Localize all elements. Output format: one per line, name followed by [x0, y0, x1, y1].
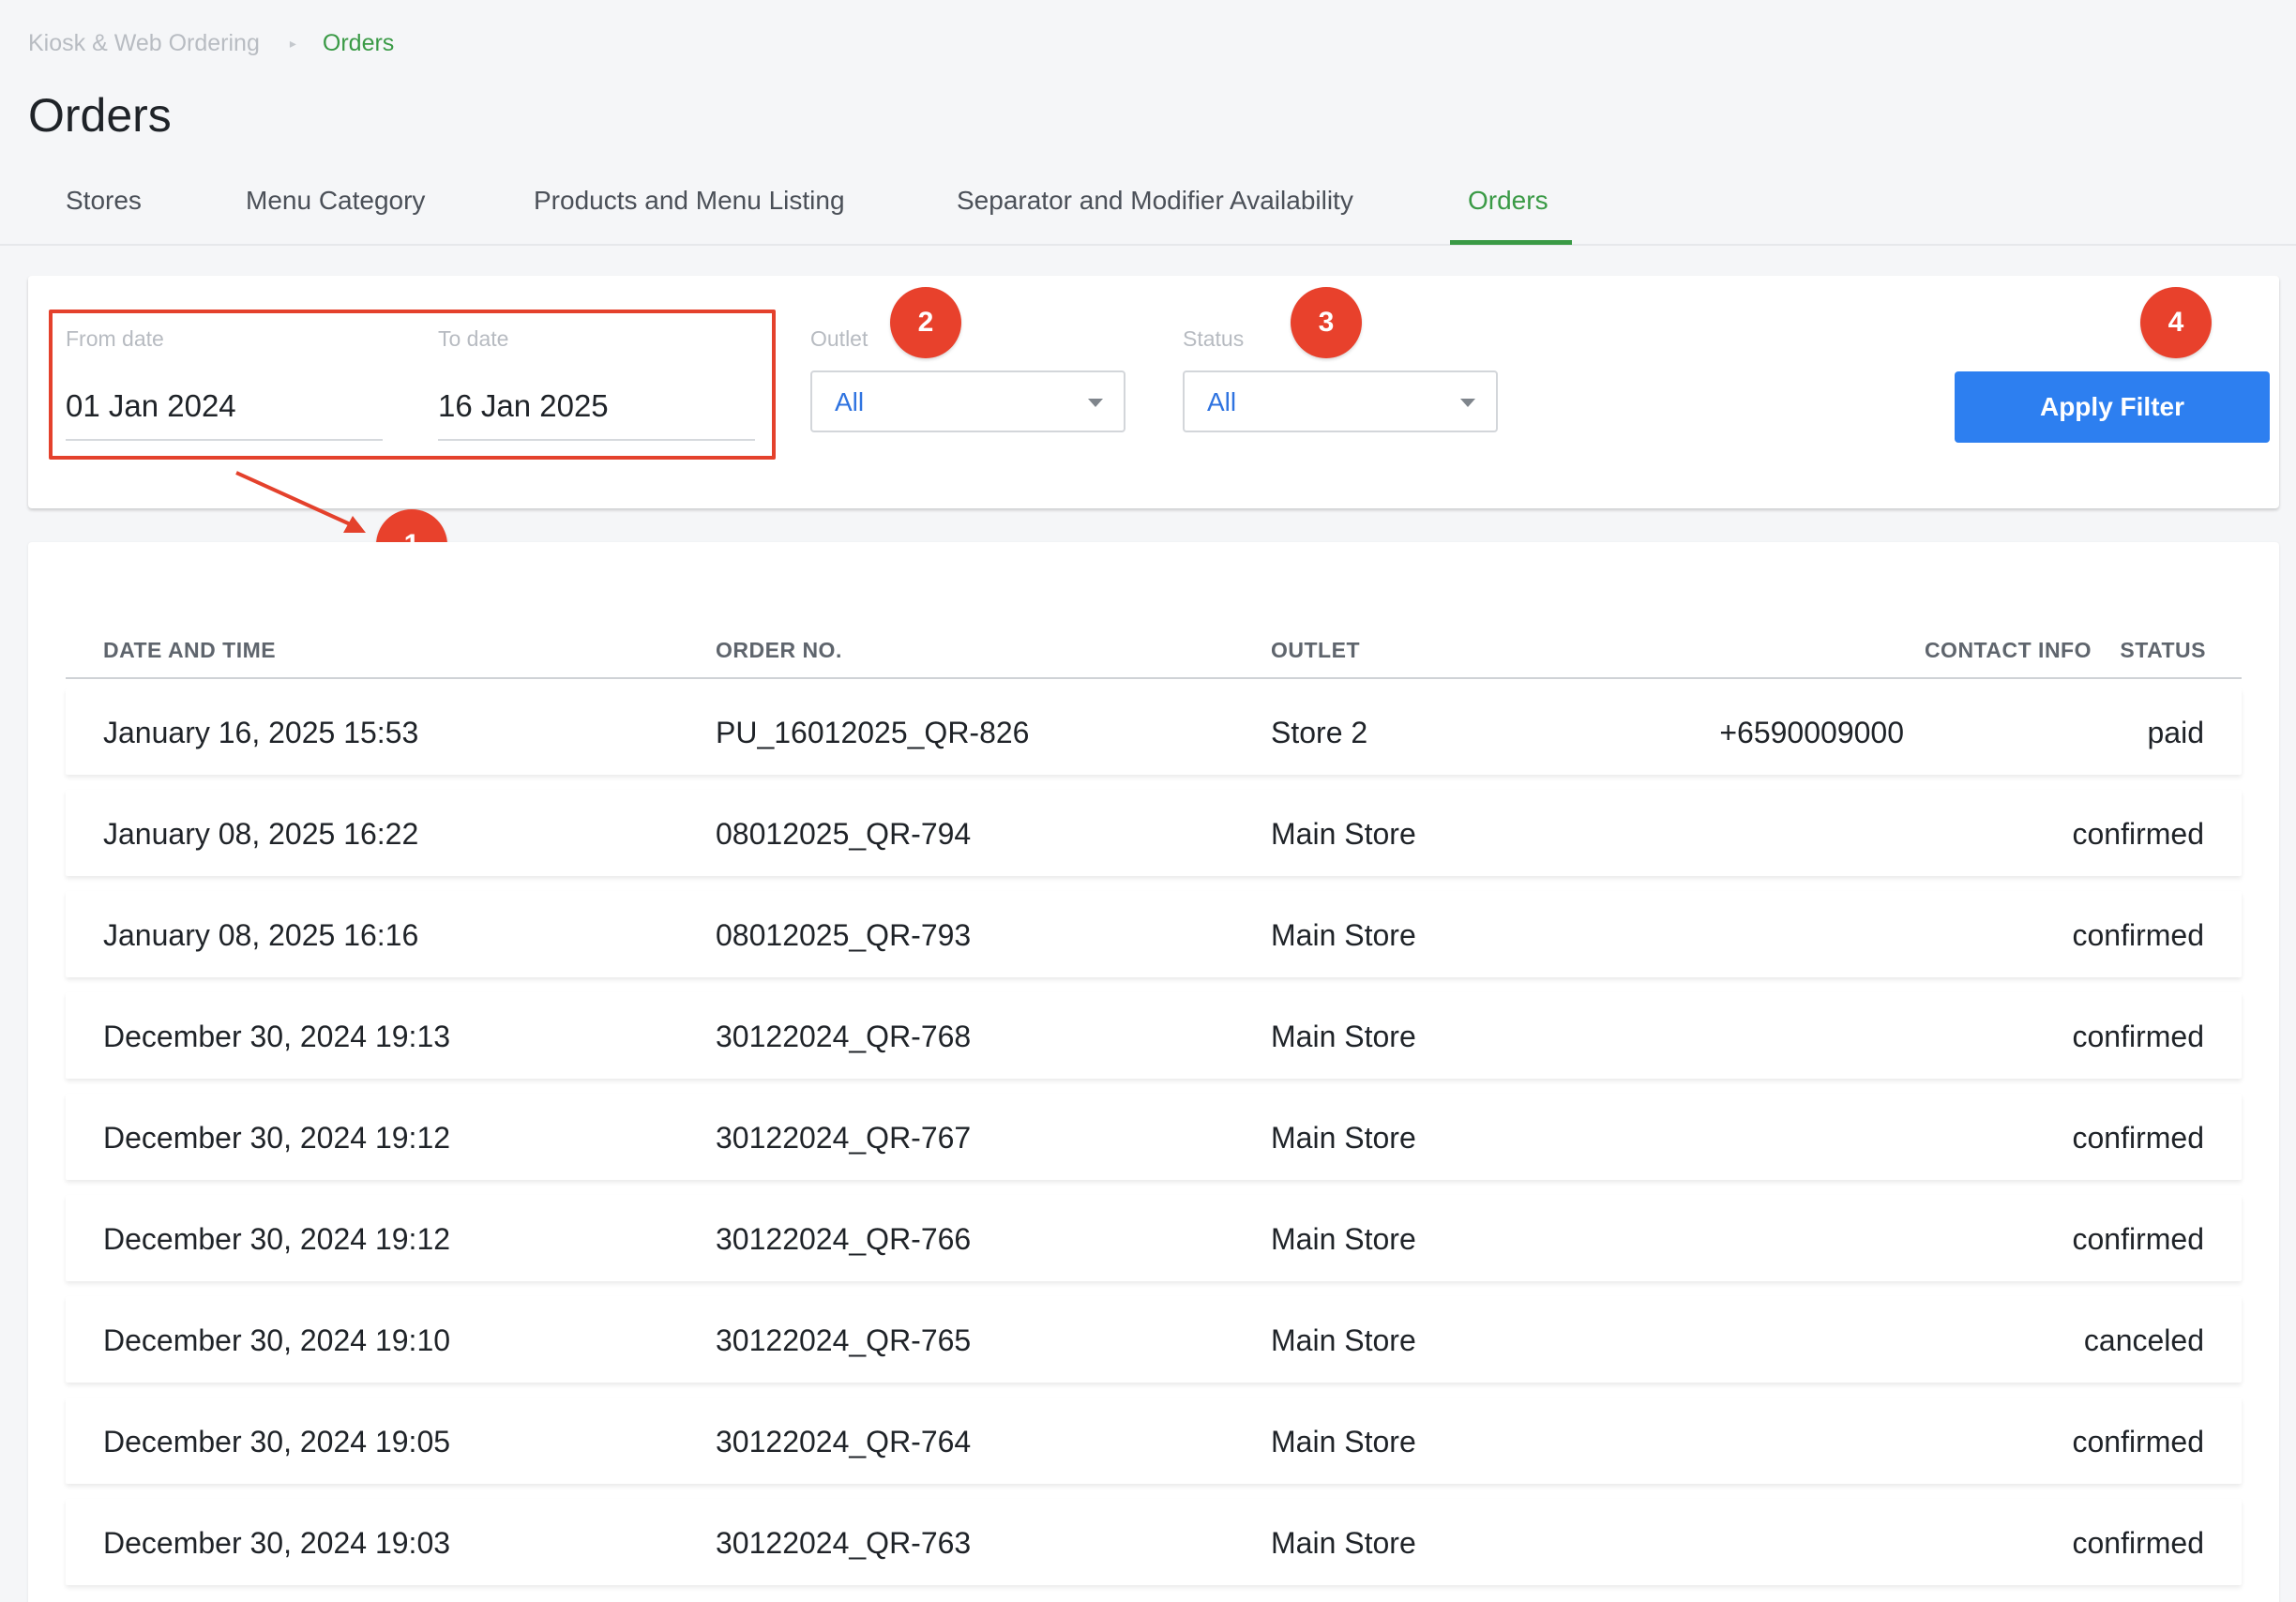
orders-page: Kiosk & Web Ordering ▸ Orders Orders Sto…	[0, 0, 2296, 1602]
status-select-value: All	[1207, 387, 1237, 416]
cell-status: canceled	[2083, 1323, 2204, 1357]
tab-bar: Stores Menu Category Products and Menu L…	[0, 171, 2296, 246]
orders-table: DATE AND TIME ORDER NO. OUTLET CONTACT I…	[28, 542, 2279, 1602]
cell-status: paid	[2147, 716, 2205, 749]
table-row[interactable]: December 30, 2024 19:13 30122024_QR-768 Ma…	[66, 992, 2242, 1079]
cell-order-no: 30122024_QR-765	[716, 1323, 972, 1357]
date-range-highlight	[49, 310, 776, 460]
cell-outlet: Main Store	[1271, 1425, 1416, 1458]
cell-status: confirmed	[2072, 1020, 2205, 1053]
cell-order-no: 30122024_QR-763	[716, 1526, 972, 1560]
outlet-select[interactable]: All	[810, 370, 1125, 432]
cell-outlet: Main Store	[1271, 1526, 1416, 1560]
cell-order-no: 30122024_QR-764	[716, 1425, 972, 1458]
cell-date-and-time: January 08, 2025 16:16	[103, 918, 419, 952]
cell-order-no: 30122024_QR-767	[716, 1121, 972, 1155]
cell-date-and-time: December 30, 2024 19:12	[103, 1121, 451, 1155]
cell-order-no: PU_16012025_QR-826	[716, 716, 1030, 749]
tab-orders[interactable]: Orders	[1468, 186, 1548, 216]
cell-outlet: Main Store	[1271, 1222, 1416, 1256]
table-row[interactable]: December 30, 2024 19:03 30122024_QR-763 Ma…	[66, 1499, 2242, 1585]
cell-date-and-time: January 16, 2025 15:53	[103, 716, 419, 749]
column-header-status: STATUS	[2120, 638, 2206, 662]
column-header-contact-info: CONTACT INFO	[1924, 638, 2092, 662]
cell-date-and-time: December 30, 2024 19:12	[103, 1222, 451, 1256]
chevron-down-icon	[1460, 399, 1475, 407]
cell-date-and-time: December 30, 2024 19:03	[103, 1526, 451, 1560]
chevron-down-icon	[1088, 399, 1103, 407]
breadcrumb: Kiosk & Web Ordering ▸ Orders	[28, 30, 394, 57]
tab-separator-and-modifier-availability[interactable]: Separator and Modifier Availability	[957, 186, 1353, 216]
cell-order-no: 08012025_QR-794	[716, 817, 972, 851]
table-row[interactable]: January 08, 2025 16:16 08012025_QR-793 Mai…	[66, 891, 2242, 977]
cell-contact-info: +6590009000	[1719, 716, 1904, 749]
cell-outlet: Main Store	[1271, 918, 1416, 952]
status-label: Status	[1183, 326, 1245, 351]
cell-order-no: 08012025_QR-793	[716, 918, 972, 952]
annotation-arrow-icon	[235, 471, 366, 533]
column-header-outlet: OUTLET	[1271, 638, 1360, 662]
apply-filter-button[interactable]: Apply Filter	[1955, 371, 2270, 443]
outlet-label: Outlet	[810, 326, 869, 351]
cell-order-no: 30122024_QR-768	[716, 1020, 972, 1053]
tab-products-and-menu-listing[interactable]: Products and Menu Listing	[534, 186, 845, 216]
cell-status: confirmed	[2072, 1425, 2205, 1458]
breadcrumb-separator-icon: ▸	[289, 36, 296, 51]
cell-date-and-time: December 30, 2024 19:10	[103, 1323, 451, 1357]
cell-date-and-time: December 30, 2024 19:05	[103, 1425, 451, 1458]
cell-status: confirmed	[2072, 1121, 2205, 1155]
table-row[interactable]: December 30, 2024 19:05 30122024_QR-764 Ma…	[66, 1398, 2242, 1484]
cell-outlet: Main Store	[1271, 817, 1416, 851]
column-header-order-no: ORDER NO.	[716, 638, 842, 662]
page-title: Orders	[28, 89, 172, 142]
outlet-select-value: All	[835, 387, 865, 416]
table-row[interactable]: January 08, 2025 16:22 08012025_QR-794 Mai…	[66, 790, 2242, 876]
cell-status: confirmed	[2072, 918, 2205, 952]
status-select[interactable]: All	[1183, 370, 1498, 432]
cell-date-and-time: December 30, 2024 19:13	[103, 1020, 451, 1053]
cell-status: confirmed	[2072, 1222, 2205, 1256]
cell-outlet: Main Store	[1271, 1323, 1416, 1357]
annotation-badge-3: 3	[1291, 287, 1362, 358]
cell-status: confirmed	[2072, 817, 2205, 851]
cell-order-no: 30122024_QR-766	[716, 1222, 972, 1256]
annotation-badge-2: 2	[890, 287, 961, 358]
cell-outlet: Store 2	[1271, 716, 1368, 749]
tab-menu-category[interactable]: Menu Category	[246, 186, 425, 216]
breadcrumb-current: Orders	[322, 30, 395, 56]
cell-outlet: Main Store	[1271, 1121, 1416, 1155]
table-row[interactable]: January 16, 2025 15:53 PU_16012025_QR-826…	[66, 688, 2242, 775]
column-header-date-and-time: DATE AND TIME	[103, 638, 277, 662]
header-divider	[66, 677, 2242, 679]
table-row[interactable]: December 30, 2024 19:12 30122024_QR-767 Ma…	[66, 1094, 2242, 1180]
cell-status: confirmed	[2072, 1526, 2205, 1560]
table-row[interactable]: December 30, 2024 19:12 30122024_QR-766 Ma…	[66, 1195, 2242, 1281]
cell-date-and-time: January 08, 2025 16:22	[103, 817, 419, 851]
table-row[interactable]: December 30, 2024 19:10 30122024_QR-765 Ma…	[66, 1296, 2242, 1383]
active-tab-indicator	[1450, 240, 1572, 245]
tab-stores[interactable]: Stores	[66, 186, 142, 216]
cell-outlet: Main Store	[1271, 1020, 1416, 1053]
breadcrumb-root-link[interactable]: Kiosk & Web Ordering	[28, 30, 260, 57]
annotation-badge-4: 4	[2140, 287, 2212, 358]
